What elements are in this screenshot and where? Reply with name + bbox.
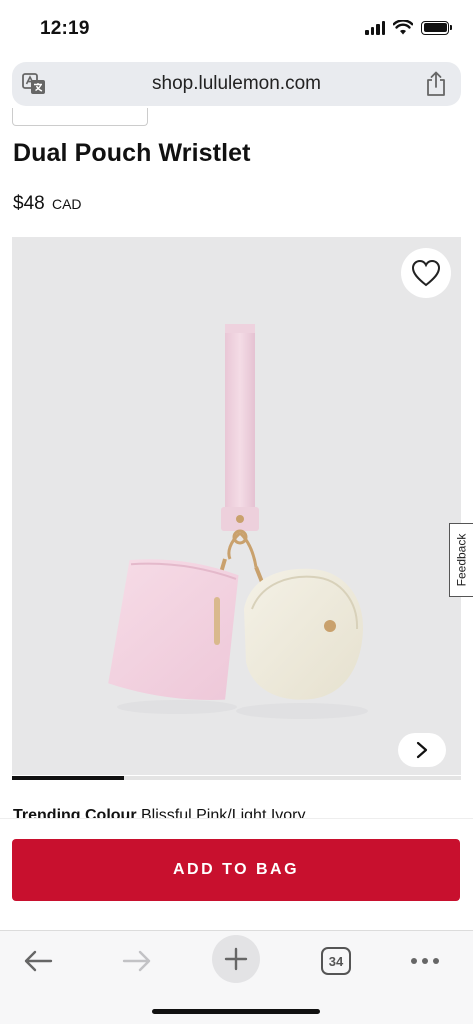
sticky-cart-bar: ADD TO BAG (0, 818, 473, 930)
breadcrumb[interactable] (12, 108, 148, 126)
address-bar[interactable]: shop.lululemon.com (12, 62, 461, 106)
forward-button[interactable] (113, 937, 161, 985)
heart-icon[interactable] (411, 259, 441, 287)
product-price: $48 CAD (13, 193, 82, 215)
price-value: $48 (13, 193, 45, 214)
url-text[interactable]: shop.lululemon.com (12, 73, 461, 95)
product-image[interactable] (12, 237, 461, 775)
more-button[interactable] (401, 937, 449, 985)
image-carousel-progress (12, 776, 461, 780)
back-button[interactable] (14, 937, 62, 985)
battery-icon (421, 20, 452, 35)
home-indicator (152, 1009, 320, 1014)
tab-count[interactable]: 34 (321, 947, 351, 975)
status-bar: 12:19 (0, 0, 473, 58)
feedback-tab[interactable]: Feedback (449, 523, 473, 597)
ellipsis-icon[interactable] (410, 957, 440, 965)
product-title: Dual Pouch Wristlet (13, 139, 251, 167)
share-icon[interactable] (425, 71, 447, 97)
arrow-right-icon[interactable] (122, 950, 152, 972)
arrow-left-icon[interactable] (23, 950, 53, 972)
next-image-button[interactable] (398, 733, 446, 767)
add-to-bag-button[interactable]: ADD TO BAG (12, 839, 460, 901)
chevron-right-icon[interactable] (416, 741, 428, 759)
image-carousel-progress-fill (12, 776, 125, 780)
favorite-button[interactable] (401, 248, 451, 298)
feedback-label: Feedback (454, 533, 469, 587)
status-time: 12:19 (40, 18, 90, 39)
tabs-button[interactable]: 34 (312, 937, 360, 985)
status-icons (365, 20, 452, 35)
signal-icon (365, 20, 385, 35)
wifi-icon (393, 20, 413, 35)
plus-icon[interactable] (224, 947, 248, 971)
wristlet-illustration (108, 324, 368, 719)
price-currency: CAD (51, 196, 82, 212)
new-tab-button[interactable] (212, 935, 260, 983)
